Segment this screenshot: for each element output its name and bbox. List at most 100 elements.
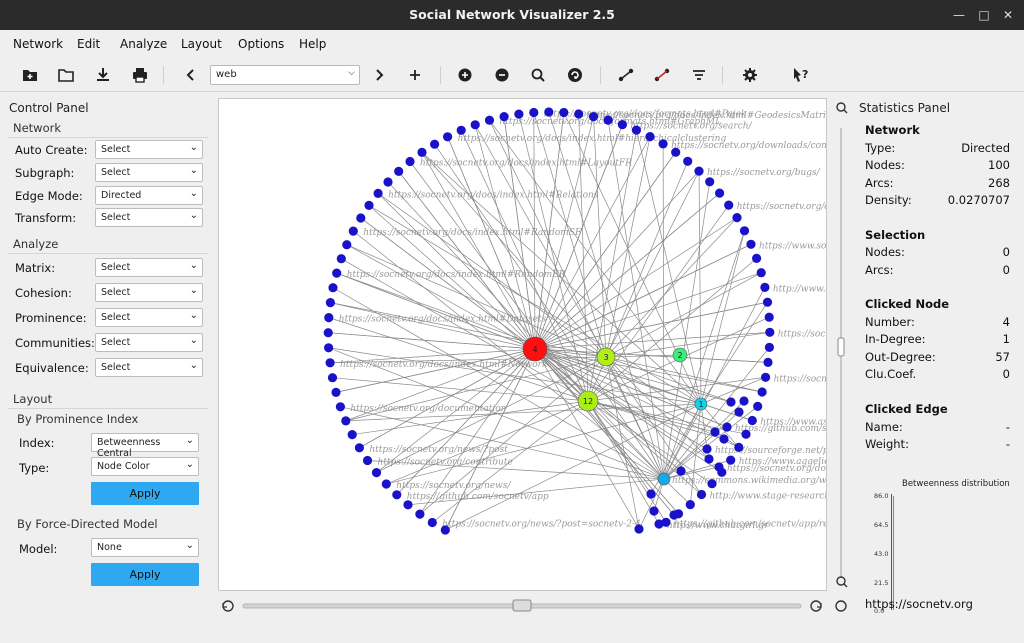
graph-node[interactable]: [362, 455, 373, 466]
graph-node[interactable]: [617, 120, 627, 130]
matrix-select[interactable]: Select ⌄: [95, 258, 203, 277]
communities-select[interactable]: Select ⌄: [95, 333, 203, 352]
graph-node[interactable]: [383, 177, 393, 187]
zoom-in-small-icon[interactable]: [836, 102, 846, 112]
graph-node[interactable]: [741, 429, 751, 439]
graph-node[interactable]: [470, 120, 480, 130]
cohesion-select[interactable]: Select ⌄: [95, 283, 203, 302]
edge-arc[interactable]: [366, 458, 665, 480]
graph-node[interactable]: [328, 283, 338, 293]
graph-node[interactable]: [726, 455, 736, 465]
settings-icon[interactable]: [740, 66, 760, 84]
zoom-in-icon[interactable]: [455, 66, 475, 84]
graph-node[interactable]: [331, 387, 341, 397]
graph-node[interactable]: [649, 506, 659, 516]
graph-node[interactable]: [354, 443, 364, 453]
graph-node[interactable]: [336, 254, 346, 264]
graph-node[interactable]: [484, 115, 495, 125]
graph-node[interactable]: [341, 416, 351, 426]
menu-layout[interactable]: Layout: [181, 37, 222, 51]
graph-node[interactable]: [763, 357, 773, 367]
edge-arc[interactable]: [700, 301, 768, 405]
rotate-icon[interactable]: [565, 66, 585, 84]
graph-node[interactable]: [332, 268, 342, 278]
maximize-icon[interactable]: □: [975, 6, 993, 24]
edge-arc[interactable]: [605, 272, 762, 358]
graph-node[interactable]: [392, 490, 402, 500]
edge-arc[interactable]: [700, 230, 746, 405]
graph-node[interactable]: [714, 462, 724, 472]
close-icon[interactable]: ✕: [999, 6, 1017, 24]
hub-node[interactable]: [657, 472, 671, 486]
graph-node[interactable]: [588, 112, 599, 122]
auto-create-select[interactable]: Select ⌄: [95, 140, 203, 159]
menu-help[interactable]: Help: [299, 37, 326, 51]
edge-arc[interactable]: [534, 348, 665, 480]
zoom-out-icon[interactable]: [492, 66, 512, 84]
apply-prominence-button[interactable]: Apply: [91, 482, 199, 505]
graph-node[interactable]: [325, 358, 335, 368]
zoom-out-small-icon[interactable]: [836, 576, 846, 586]
graph-node[interactable]: [514, 109, 524, 119]
edge-arc[interactable]: [587, 400, 652, 495]
graph-node[interactable]: [658, 139, 668, 149]
menu-options[interactable]: Options: [238, 37, 284, 51]
edge-arc[interactable]: [489, 119, 665, 480]
graph-node[interactable]: [347, 430, 357, 440]
graph-node[interactable]: [417, 147, 427, 157]
graph-node[interactable]: [746, 239, 756, 249]
print-icon[interactable]: [130, 66, 150, 84]
graph-node[interactable]: [705, 177, 715, 187]
graph-node[interactable]: [669, 510, 679, 520]
graph-node[interactable]: [324, 343, 334, 353]
graph-node[interactable]: [443, 132, 453, 142]
graph-node[interactable]: [634, 524, 644, 534]
graph-node[interactable]: [394, 166, 404, 176]
edge-arc[interactable]: [663, 181, 711, 480]
graph-node[interactable]: [559, 107, 569, 118]
graph-node[interactable]: [646, 489, 656, 499]
graph-canvas[interactable]: https://socnetv.org/news/https://socnetv…: [218, 98, 827, 591]
rotate-left-icon[interactable]: [222, 600, 234, 612]
graph-node[interactable]: [671, 147, 681, 157]
graph-node[interactable]: [415, 509, 425, 519]
graph-node[interactable]: [726, 397, 736, 407]
transform-select[interactable]: Select ⌄: [95, 208, 203, 227]
graph-node[interactable]: [739, 396, 749, 406]
apply-force-button[interactable]: Apply: [91, 563, 199, 586]
graph-node[interactable]: [765, 327, 775, 337]
forward-icon[interactable]: [369, 66, 389, 84]
graph-node[interactable]: [405, 156, 415, 167]
menu-network[interactable]: Network: [13, 37, 63, 51]
graph-node[interactable]: [364, 200, 374, 210]
graph-node[interactable]: [324, 313, 334, 323]
graph-node[interactable]: [335, 402, 345, 412]
graph-node[interactable]: [764, 342, 775, 352]
edge-arc[interactable]: [534, 348, 728, 428]
open-folder-icon[interactable]: [56, 66, 76, 84]
add-node-icon[interactable]: [405, 66, 425, 84]
graph-node[interactable]: [348, 226, 358, 236]
graph-node[interactable]: [753, 401, 763, 411]
prominence-select[interactable]: Select ⌄: [95, 308, 203, 327]
graph-node[interactable]: [440, 525, 450, 535]
graph-node[interactable]: [499, 112, 509, 122]
edge-colored-icon[interactable]: [652, 66, 672, 84]
url-select[interactable]: web ⌵: [210, 65, 360, 85]
edge-arc[interactable]: [587, 257, 758, 402]
edge-arc[interactable]: [605, 330, 771, 358]
graph-node[interactable]: [645, 132, 655, 142]
edge-arc[interactable]: [534, 151, 677, 350]
graph-node[interactable]: [756, 268, 766, 278]
minimize-icon[interactable]: —: [950, 6, 968, 24]
graph-node[interactable]: [327, 373, 338, 383]
graph-node[interactable]: [764, 312, 774, 322]
graph-node[interactable]: [356, 213, 366, 223]
graph-node[interactable]: [685, 500, 695, 510]
graph-node[interactable]: [757, 387, 767, 397]
edge-arc[interactable]: [346, 244, 536, 350]
edge-arc[interactable]: [327, 331, 536, 350]
graph-node[interactable]: [381, 479, 391, 489]
rotate-right-icon[interactable]: [810, 600, 822, 612]
graph-node[interactable]: [631, 125, 641, 135]
